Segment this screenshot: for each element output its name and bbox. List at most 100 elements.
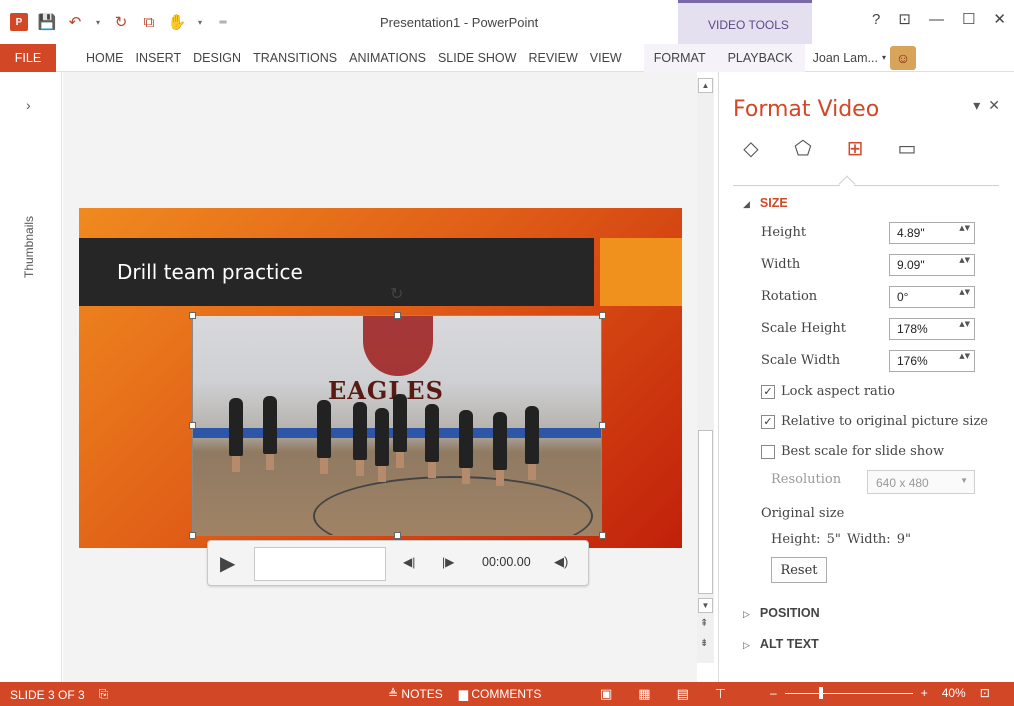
tab-insert[interactable]: INSERT — [130, 44, 188, 72]
tab-design[interactable]: DESIGN — [187, 44, 247, 72]
resize-handle-top[interactable] — [394, 312, 401, 319]
move-forward-icon[interactable]: |▶ — [442, 555, 454, 569]
size-properties-icon[interactable]: ⊞ — [843, 136, 867, 160]
move-back-icon[interactable]: ◀| — [403, 555, 415, 569]
zoom-slider[interactable] — [784, 686, 913, 699]
checkbox-box[interactable]: ✓ — [761, 384, 775, 399]
close-icon[interactable]: ✕ — [993, 10, 1006, 28]
fill-line-icon[interactable]: ◇ — [739, 136, 763, 160]
start-from-beginning-icon[interactable]: ⧉ — [140, 13, 158, 31]
spell-check-icon[interactable]: ⎘ — [99, 687, 109, 702]
resize-handle-bottom[interactable] — [394, 532, 401, 539]
volume-icon[interactable]: ◀) — [554, 554, 568, 570]
zoom-in-button[interactable]: + — [921, 686, 928, 700]
original-size-label: Original size — [761, 506, 845, 521]
width-value[interactable]: 9.09" — [897, 258, 925, 272]
thumbnails-pane[interactable]: › Thumbnails — [0, 72, 62, 682]
undo-icon[interactable]: ↶ — [66, 13, 84, 31]
scale-height-value[interactable]: 178% — [897, 322, 928, 336]
rotation-value[interactable]: 0° — [897, 290, 908, 304]
comments-button[interactable]: ▆ COMMENTS — [459, 687, 542, 701]
tab-review[interactable]: REVIEW — [522, 44, 583, 72]
slide-title-box[interactable]: Drill team practice — [79, 238, 594, 306]
minimize-icon[interactable]: — — [929, 11, 944, 28]
relative-to-original-checkbox[interactable]: ✓ Relative to original picture size — [761, 414, 988, 429]
spinner-arrows-icon[interactable]: ▲▼ — [959, 256, 970, 265]
scale-width-label: Scale Width — [761, 353, 841, 368]
help-icon[interactable]: ? — [872, 11, 880, 28]
reset-button[interactable]: Reset — [771, 557, 827, 583]
vertical-scrollbar[interactable]: ▲ ▼ ⇞ ⇟ — [697, 78, 714, 663]
tab-home[interactable]: HOME — [80, 44, 130, 72]
touch-mode-icon[interactable]: ✋ — [168, 13, 187, 31]
resize-handle-bottom-right[interactable] — [599, 532, 606, 539]
spinner-arrows-icon[interactable]: ▲▼ — [959, 352, 970, 361]
pane-close-icon[interactable]: ✕ — [988, 97, 1000, 114]
tab-file[interactable]: FILE — [0, 43, 56, 72]
height-value[interactable]: 4.89" — [897, 226, 925, 240]
undo-dropdown-icon[interactable]: ▾ — [94, 13, 102, 31]
play-icon[interactable]: ▶ — [220, 551, 235, 576]
scale-height-spinner[interactable]: 178% ▲▼ — [889, 318, 975, 340]
customize-qat-icon[interactable]: ═ — [214, 13, 232, 31]
timeline-bar[interactable] — [254, 547, 386, 581]
spinner-arrows-icon[interactable]: ▲▼ — [959, 288, 970, 297]
tab-format[interactable]: FORMAT — [643, 43, 716, 72]
powerpoint-logo-icon[interactable]: P — [10, 13, 28, 31]
resize-handle-right[interactable] — [599, 422, 606, 429]
height-spinner[interactable]: 4.89" ▲▼ — [889, 222, 975, 244]
scale-width-spinner[interactable]: 176% ▲▼ — [889, 350, 975, 372]
user-account[interactable]: Joan Lam... ▾ ☺ — [813, 45, 916, 70]
pane-options-icon[interactable]: ▾ — [973, 97, 980, 114]
zoom-level[interactable]: 40% — [942, 686, 966, 700]
best-scale-checkbox[interactable]: Best scale for slide show — [761, 444, 944, 459]
reading-view-icon[interactable]: ▤ — [677, 686, 689, 702]
normal-view-icon[interactable]: ▣ — [600, 686, 612, 702]
tab-animations[interactable]: ANIMATIONS — [343, 44, 432, 72]
scale-width-value[interactable]: 176% — [897, 354, 928, 368]
scroll-thumb[interactable] — [698, 430, 713, 594]
expand-thumbnails-icon[interactable]: › — [26, 97, 31, 113]
resize-handle-left[interactable] — [189, 422, 196, 429]
resize-handle-bottom-left[interactable] — [189, 532, 196, 539]
width-spinner[interactable]: 9.09" ▲▼ — [889, 254, 975, 276]
slide-sorter-icon[interactable]: ▦ — [638, 686, 650, 702]
tab-transitions[interactable]: TRANSITIONS — [247, 44, 343, 72]
spinner-arrows-icon[interactable]: ▲▼ — [959, 320, 970, 329]
fit-to-window-icon[interactable]: ⊡ — [980, 686, 990, 700]
resize-handle-top-right[interactable] — [599, 312, 606, 319]
notes-label: NOTES — [401, 687, 443, 701]
zoom-slider-thumb[interactable] — [818, 686, 823, 699]
rotation-spinner[interactable]: 0° ▲▼ — [889, 286, 975, 308]
zoom-out-button[interactable]: – — [770, 686, 777, 700]
checkbox-box[interactable] — [761, 444, 775, 459]
tab-slide-show[interactable]: SLIDE SHOW — [432, 44, 523, 72]
checkbox-box[interactable]: ✓ — [761, 414, 775, 429]
resize-handle-top-left[interactable] — [189, 312, 196, 319]
original-dimensions: Height: 5" Width: 9" — [771, 532, 911, 547]
repeat-icon[interactable]: ↻ — [112, 13, 130, 31]
size-section-header[interactable]: ◢ SIZE — [743, 196, 788, 210]
touch-dropdown-icon[interactable]: ▾ — [196, 13, 204, 31]
position-section-header[interactable]: ▷ POSITION — [743, 606, 820, 620]
tab-playback[interactable]: PLAYBACK — [715, 43, 805, 72]
maximize-icon[interactable]: ☐ — [962, 10, 975, 28]
ribbon-display-options-icon[interactable]: ⊡ — [898, 10, 911, 28]
video-icon[interactable]: ▭ — [895, 136, 919, 160]
thumbnails-label[interactable]: Thumbnails — [22, 216, 36, 278]
effects-icon[interactable]: ⬠ — [791, 136, 815, 160]
slide-indicator[interactable]: SLIDE 3 OF 3 — [10, 688, 85, 702]
tab-view[interactable]: VIEW — [584, 44, 628, 72]
alt-text-section-header[interactable]: ▷ ALT TEXT — [743, 637, 819, 651]
notes-button[interactable]: ≜ NOTES — [388, 687, 443, 701]
slide-show-icon[interactable]: ⊤ — [715, 686, 726, 702]
rotate-handle-icon[interactable]: ↻ — [390, 284, 403, 304]
spinner-arrows-icon[interactable]: ▲▼ — [959, 224, 970, 233]
lock-aspect-ratio-checkbox[interactable]: ✓ Lock aspect ratio — [761, 384, 895, 399]
next-slide-icon[interactable]: ⇟ — [700, 638, 708, 649]
scroll-down-icon[interactable]: ▼ — [698, 598, 713, 613]
video-frame[interactable]: EAGLES — [192, 315, 602, 536]
previous-slide-icon[interactable]: ⇞ — [700, 618, 708, 629]
save-icon[interactable]: 💾 — [38, 13, 57, 31]
scroll-up-icon[interactable]: ▲ — [698, 78, 713, 93]
